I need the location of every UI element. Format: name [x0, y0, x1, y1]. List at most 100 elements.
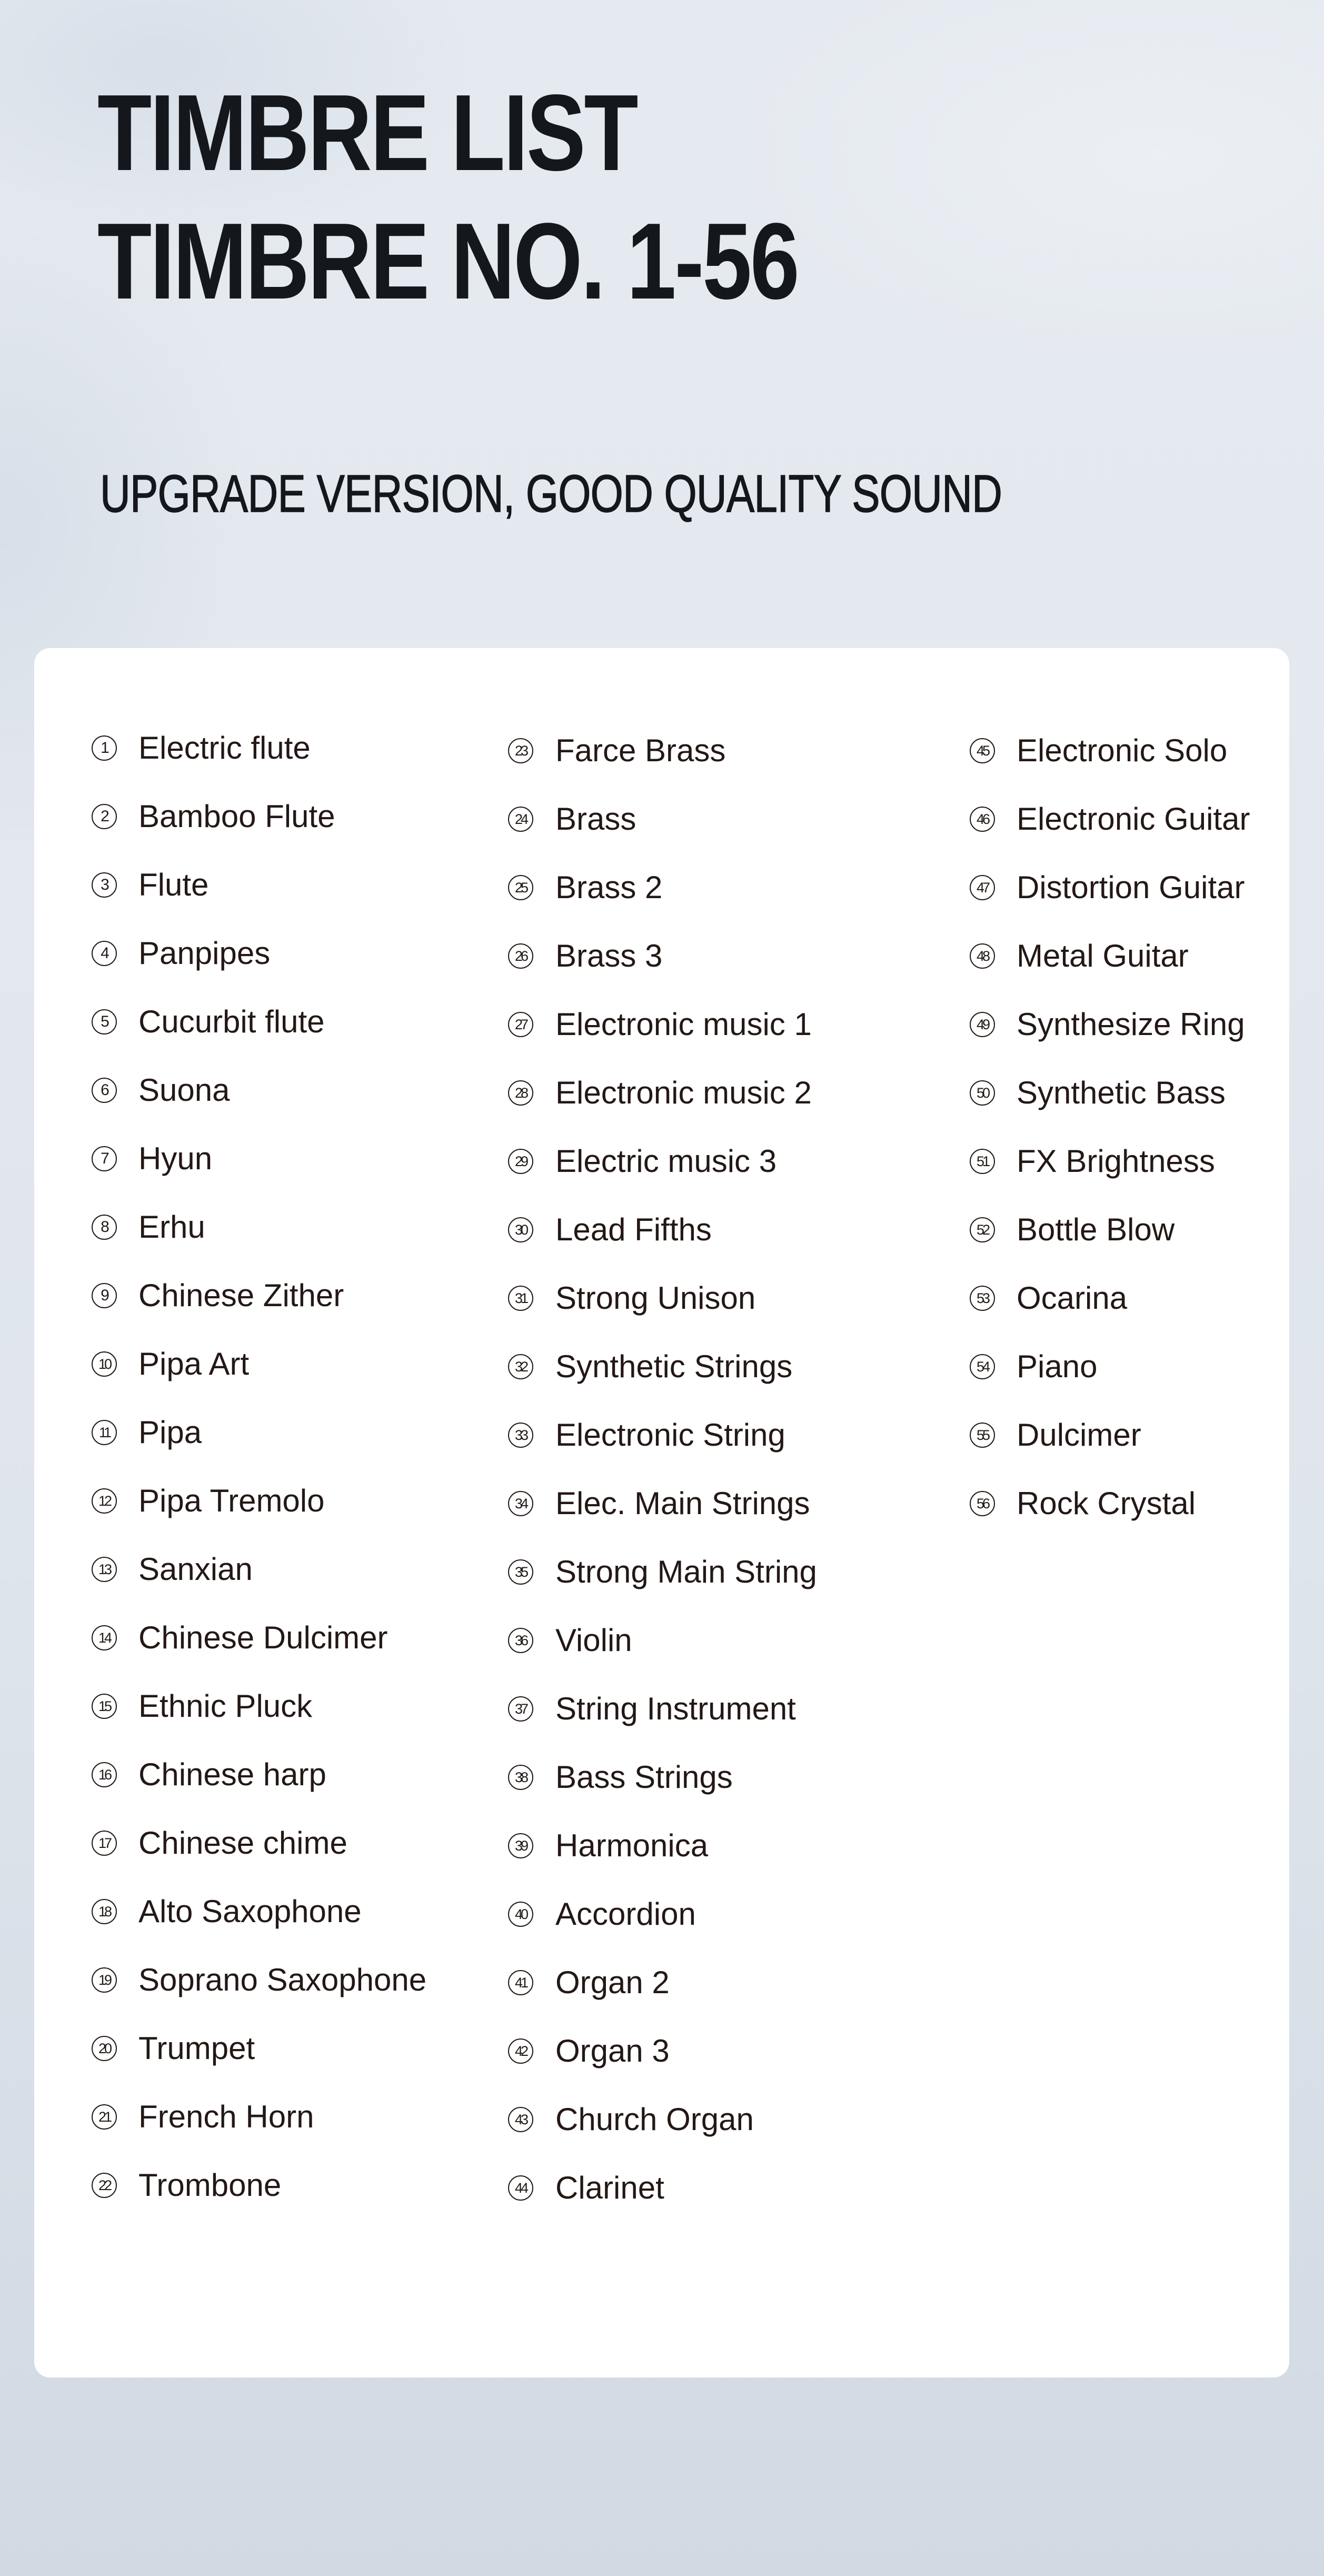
page-subtitle: UPGRADE VERSION, GOOD QUALITY SOUND	[99, 464, 1002, 524]
circled-number-icon: 21	[92, 2104, 117, 2130]
timbre-name: Bass Strings	[555, 1759, 733, 1795]
circled-number-icon: 16	[92, 1762, 117, 1787]
circled-number-icon: 9	[92, 1283, 117, 1308]
timbre-name: Strong Main String	[555, 1554, 817, 1589]
timbre-name: Pipa Art	[138, 1346, 250, 1381]
timbre-name: Bottle Blow	[1017, 1212, 1175, 1247]
circled-number-icon: 42	[508, 2038, 533, 2064]
timbre-name: Piano	[1017, 1349, 1098, 1384]
circled-number-icon: 32	[508, 1354, 533, 1379]
timbre-name: Electronic String	[555, 1417, 785, 1453]
circled-number-icon: 49	[970, 1012, 995, 1037]
timbre-name: Synthetic Bass	[1017, 1075, 1226, 1110]
circled-number-icon: 5	[92, 1009, 117, 1035]
circled-number-icon: 19	[92, 1967, 117, 1993]
timbre-name: Alto Saxophone	[138, 1894, 362, 1929]
timbre-name: Electronic music 1	[555, 1007, 812, 1042]
timbre-name: Brass 2	[555, 870, 663, 905]
circled-number-icon: 2	[92, 804, 117, 829]
circled-number-icon: 39	[508, 1833, 533, 1858]
circled-number-icon: 37	[508, 1696, 533, 1722]
timbre-name: Synthesize Ring	[1017, 1007, 1245, 1042]
circled-number-icon: 23	[508, 738, 533, 763]
timbre-name: Bamboo Flute	[138, 799, 335, 834]
circled-number-icon: 56	[970, 1491, 995, 1516]
timbre-name: Trombone	[138, 2167, 282, 2203]
circled-number-icon: 7	[92, 1146, 117, 1171]
timbre-name: Clarinet	[555, 2170, 664, 2205]
title-line-timbre-range: TIMBRE NO. 1-56	[97, 201, 800, 322]
circled-number-icon: 38	[508, 1765, 533, 1790]
circled-number-icon: 25	[508, 875, 533, 900]
circled-number-icon: 51	[970, 1149, 995, 1174]
circled-number-icon: 26	[508, 943, 533, 969]
circled-number-icon: 50	[970, 1080, 995, 1106]
timbre-name: Pipa Tremolo	[138, 1483, 325, 1518]
timbre-name: Dulcimer	[1017, 1417, 1141, 1453]
timbre-name: Pipa	[138, 1415, 202, 1450]
timbre-name: Brass	[555, 801, 636, 837]
timbre-name: Lead Fifths	[555, 1212, 712, 1247]
circled-number-icon: 8	[92, 1215, 117, 1240]
circled-number-icon: 17	[92, 1831, 117, 1856]
circled-number-icon: 36	[508, 1628, 533, 1653]
timbre-name: French Horn	[138, 2099, 314, 2134]
timbre-name: Trumpet	[138, 2031, 255, 2066]
timbre-name: Harmonica	[555, 1828, 709, 1863]
circled-number-icon: 52	[970, 1217, 995, 1242]
timbre-name: Hyun	[138, 1141, 213, 1176]
timbre-name: Erhu	[138, 1209, 205, 1245]
timbre-name: Metal Guitar	[1017, 938, 1189, 973]
circled-number-icon: 44	[508, 2175, 533, 2201]
circled-number-icon: 29	[508, 1149, 533, 1174]
timbre-name: Ocarina	[1017, 1280, 1128, 1316]
circled-number-icon: 27	[508, 1012, 533, 1037]
timbre-name: Synthetic Strings	[555, 1349, 793, 1384]
timbre-name: String Instrument	[555, 1691, 796, 1726]
timbre-list-card: 1 Electric flute 2 Bamboo Flute 3 Flute 4 Panpi…	[34, 648, 1289, 2378]
circled-number-icon: 31	[508, 1286, 533, 1311]
circled-number-icon: 6	[92, 1078, 117, 1103]
circled-number-icon: 28	[508, 1080, 533, 1106]
timbre-name: Cucurbit flute	[138, 1004, 325, 1039]
timbre-name: Electronic music 2	[555, 1075, 812, 1110]
circled-number-icon: 24	[508, 807, 533, 832]
circled-number-icon: 14	[92, 1625, 117, 1650]
circled-number-icon: 18	[92, 1899, 117, 1924]
circled-number-icon: 33	[508, 1423, 533, 1448]
timbre-name: Farce Brass	[555, 733, 726, 768]
circled-number-icon: 43	[508, 2107, 533, 2132]
timbre-name: Suona	[138, 1072, 230, 1108]
timbre-name: Elec. Main Strings	[555, 1486, 810, 1521]
title-line-timbre-list: TIMBRE LIST	[97, 72, 639, 193]
timbre-name: Brass 3	[555, 938, 663, 973]
circled-number-icon: 41	[508, 1970, 533, 1995]
timbre-name: Sanxian	[138, 1551, 253, 1587]
timbre-name: Chinese Zither	[138, 1278, 344, 1313]
circled-number-icon: 20	[92, 2036, 117, 2061]
page-title: TIMBRE LIST TIMBRE NO. 1-56	[97, 68, 800, 325]
circled-number-icon: 3	[92, 872, 117, 898]
circled-number-icon: 22	[92, 2173, 117, 2198]
timbre-name: Panpipes	[138, 936, 271, 971]
timbre-name: Chinese Dulcimer	[138, 1620, 388, 1655]
circled-number-icon: 15	[92, 1694, 117, 1719]
circled-number-icon: 4	[92, 941, 117, 966]
timbre-name: FX Brightness	[1017, 1143, 1215, 1179]
circled-number-icon: 53	[970, 1286, 995, 1311]
circled-number-icon: 47	[970, 875, 995, 900]
circled-number-icon: 13	[92, 1557, 117, 1582]
timbre-name: Chinese chime	[138, 1825, 347, 1861]
circled-number-icon: 55	[970, 1423, 995, 1448]
timbre-name: Ethnic Pluck	[138, 1688, 313, 1724]
circled-number-icon: 12	[92, 1488, 117, 1514]
circled-number-icon: 40	[508, 1902, 533, 1927]
timbre-name: Distortion Guitar	[1017, 870, 1245, 905]
circled-number-icon: 35	[508, 1559, 533, 1585]
circled-number-icon: 11	[92, 1420, 117, 1445]
timbre-name: Rock Crystal	[1017, 1486, 1196, 1521]
circled-number-icon: 46	[970, 807, 995, 832]
timbre-name: Electric flute	[138, 730, 311, 765]
circled-number-icon: 1	[92, 735, 117, 761]
timbre-name: Electronic Guitar	[1017, 801, 1250, 837]
